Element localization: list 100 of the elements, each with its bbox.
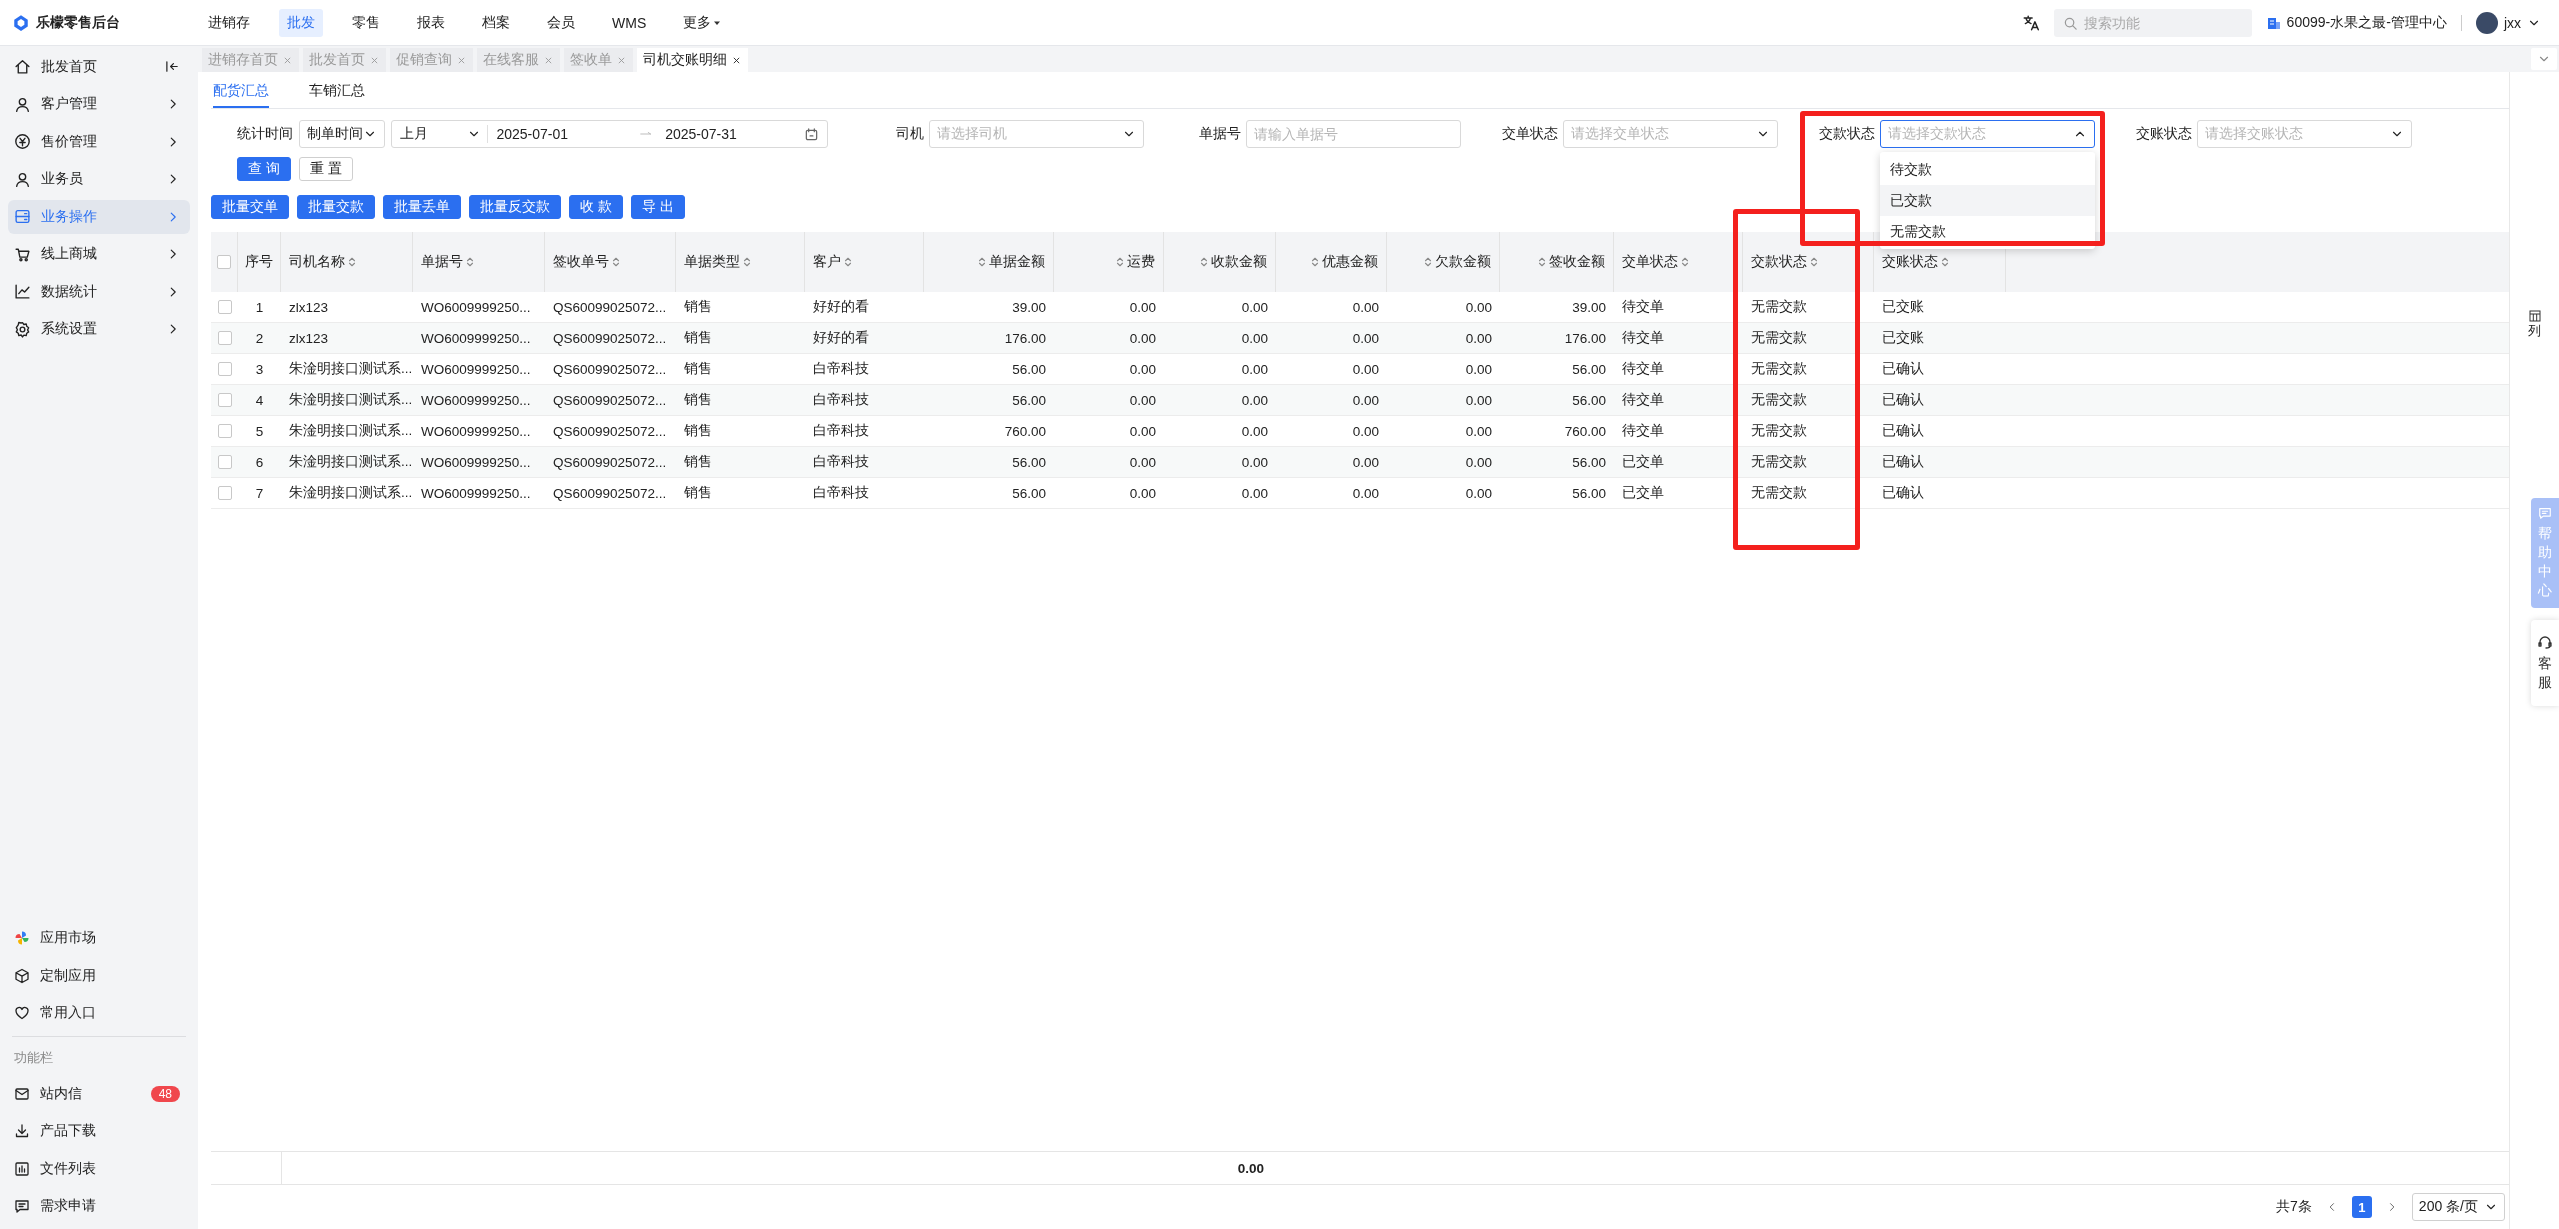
table-cell-text: 0.00 (1240, 484, 1269, 503)
table-cell-text: zlx123 (288, 298, 330, 317)
table-cell-text: 0.00 (1351, 298, 1380, 317)
table-cell-text: 39.00 (1011, 298, 1047, 317)
table-cell-text: 0.00 (1128, 360, 1157, 379)
table-cell-text: WO6009999250... (420, 422, 532, 441)
table-cell-text: 1 (254, 298, 265, 317)
table-cell-text: 已交单 (1621, 484, 1665, 502)
table-cell-text: 0.00 (1351, 484, 1380, 503)
table-cell-text: WO6009999250... (420, 329, 532, 348)
table-cell-text: 0.00 (1351, 391, 1380, 410)
table-cell-text: 0.00 (1351, 453, 1380, 472)
table-cell-text: 无需交款 (1750, 484, 1808, 502)
table-cell-text: QS60099025072... (552, 484, 668, 503)
table-cell-text: 已确认 (1881, 453, 1925, 471)
table-cell-text: 无需交款 (1750, 360, 1808, 378)
table-cell-text: 0.00 (1464, 391, 1493, 410)
table-cell-text: 0.00 (1464, 484, 1493, 503)
table-cell-text: 白帝科技 (812, 453, 870, 471)
count-badge: 48 (150, 1085, 180, 1102)
table-cell-text: 待交单 (1621, 329, 1665, 347)
table-cell-text: 已确认 (1881, 422, 1925, 440)
table-cell-text: 56.00 (1571, 484, 1607, 503)
table-cell-text: 56.00 (1571, 391, 1607, 410)
table-cell-text: WO6009999250... (420, 298, 532, 317)
filter-label: 单据号 (1199, 125, 1241, 143)
table-cell-text: 0.00 (1128, 391, 1157, 410)
table-cell-text: 0.00 (1128, 298, 1157, 317)
table-cell-text: 无需交款 (1750, 298, 1808, 316)
table-cell-text: 销售 (683, 453, 713, 471)
table-cell-text: 朱淦明接口测试系... (288, 391, 413, 409)
table-cell-text: 无需交款 (1750, 422, 1808, 440)
table-cell-text: 56.00 (1011, 360, 1047, 379)
table-cell-text: 0.00 (1464, 298, 1493, 317)
table-cell-text: 朱淦明接口测试系... (288, 453, 413, 471)
table-cell-text: 待交单 (1621, 422, 1665, 440)
section-title: 功能栏 (13, 1049, 54, 1067)
table-cell-text: 56.00 (1571, 360, 1607, 379)
table-cell-text: 已交账 (1881, 298, 1925, 316)
total-count: 共7条 (2276, 1198, 2312, 1216)
table-cell-text: 白帝科技 (812, 484, 870, 502)
table-cell-text: 销售 (683, 329, 713, 347)
table-cell-text: 已交账 (1881, 329, 1925, 347)
table-cell-text: 白帝科技 (812, 422, 870, 440)
table-cell-text: 朱淦明接口测试系... (288, 360, 413, 378)
table-cell-text: 0.00 (1240, 453, 1269, 472)
table-cell-text: QS60099025072... (552, 329, 668, 348)
table-cell-text: 朱淦明接口测试系... (288, 422, 413, 440)
table-cell-text: 56.00 (1011, 453, 1047, 472)
table-cell-text: 7 (254, 484, 265, 503)
table-cell-text: 待交单 (1621, 391, 1665, 409)
table-cell-text: 白帝科技 (812, 360, 870, 378)
table-cell-text: 0.00 (1464, 360, 1493, 379)
app-title: 乐檬零售后台 (36, 13, 120, 32)
table-cell-text: 56.00 (1011, 391, 1047, 410)
filter-label: 司机 (896, 125, 924, 143)
table-cell-text: 760.00 (1003, 422, 1047, 441)
table-cell-text: 4 (254, 391, 265, 410)
table-cell-text: 待交单 (1621, 298, 1665, 316)
summary-total: 0.00 (1236, 1159, 1265, 1178)
table-cell-text: 0.00 (1464, 453, 1493, 472)
filter-label: 交单状态 (1502, 125, 1558, 143)
table-cell-text: 销售 (683, 298, 713, 316)
table-cell-text: 0.00 (1240, 298, 1269, 317)
table-cell-text: 0.00 (1351, 360, 1380, 379)
filter-label: 交账状态 (2136, 125, 2192, 143)
table-cell-text: zlx123 (288, 329, 330, 348)
table-cell-text: 销售 (683, 484, 713, 502)
table-cell-text: WO6009999250... (420, 484, 532, 503)
table-cell-text: WO6009999250... (420, 453, 532, 472)
table-cell-text: 0.00 (1240, 391, 1269, 410)
table-cell-text: 0.00 (1464, 329, 1493, 348)
table-cell-text: QS60099025072... (552, 360, 668, 379)
table-cell-text: QS60099025072... (552, 422, 668, 441)
filter-label: 统计时间 (237, 125, 293, 143)
table-cell-text: 0.00 (1128, 329, 1157, 348)
table-cell-text: 已确认 (1881, 360, 1925, 378)
table-cell-text: 760.00 (1563, 422, 1607, 441)
table-cell-text: 白帝科技 (812, 391, 870, 409)
table-cell-text: 0.00 (1240, 329, 1269, 348)
table-cell-text: 2 (254, 329, 265, 348)
table-cell-text: 销售 (683, 422, 713, 440)
table-cell-text: WO6009999250... (420, 360, 532, 379)
table-cell-text: 6 (254, 453, 265, 472)
table-cell-text: QS60099025072... (552, 391, 668, 410)
table-cell-text: 已确认 (1881, 391, 1925, 409)
table-cell-text: 0.00 (1128, 453, 1157, 472)
table-cell-text: 0.00 (1240, 360, 1269, 379)
table-cell-text: 5 (254, 422, 265, 441)
table-cell-text: 0.00 (1128, 422, 1157, 441)
table-cell-text: 无需交款 (1750, 391, 1808, 409)
table-cell-text: 39.00 (1571, 298, 1607, 317)
table-cell-text: 无需交款 (1750, 453, 1808, 471)
table-cell-text: 好好的看 (812, 298, 870, 316)
table-cell-text: 朱淦明接口测试系... (288, 484, 413, 502)
table-cell-text: 已交单 (1621, 453, 1665, 471)
table-cell-text: 3 (254, 360, 265, 379)
filter-label: 交款状态 (1819, 125, 1875, 143)
table-cell-text: 0.00 (1240, 422, 1269, 441)
table-cell-text: WO6009999250... (420, 391, 532, 410)
